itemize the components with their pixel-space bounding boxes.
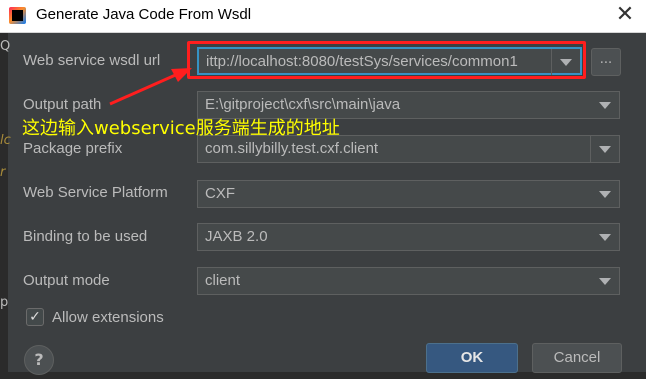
ok-button[interactable]: OK — [426, 343, 518, 373]
cancel-button[interactable]: Cancel — [532, 343, 622, 373]
help-button[interactable]: ? — [24, 345, 54, 375]
annotation-text: 这边输入webservice服务端生成的地址 — [22, 118, 340, 139]
annotation-arrow — [109, 68, 192, 106]
